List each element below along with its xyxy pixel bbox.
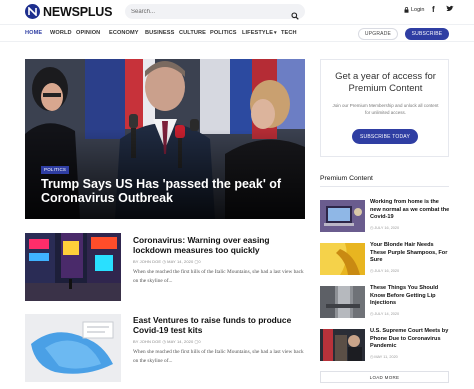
premium-promo-box: Get a year of access for Premium Content… (320, 59, 449, 157)
premium-item-title[interactable]: Your Blonde Hair Needs These Purple Sham… (370, 242, 450, 265)
search-bar[interactable] (125, 4, 305, 20)
nav-item-business[interactable]: BUSINESS (145, 30, 174, 36)
nav-item-world[interactable]: WORLD (50, 30, 72, 36)
login-label: Login (411, 7, 425, 13)
article-thumbnail[interactable] (25, 233, 121, 301)
lock-icon (404, 7, 409, 13)
search-input[interactable] (131, 6, 281, 17)
subscribe-today-button[interactable]: SUBSCRIBE TODAY (352, 129, 418, 144)
premium-item-date: ◷ JULY 16, 2020 (370, 226, 400, 230)
nav-item-lifestyle-label: LIFESTYLE (242, 30, 274, 36)
premium-item-thumbnail[interactable] (320, 200, 365, 232)
article-title[interactable]: Coronavirus: Warning over easing lockdow… (133, 235, 305, 255)
hero-article[interactable]: POLITICS Trump Says US Has 'passed the p… (25, 59, 305, 219)
nav-item-lifestyle[interactable]: LIFESTYLE▾ (242, 30, 277, 36)
hero-title[interactable]: Trump Says US Has 'passed the peak' of C… (41, 177, 301, 205)
premium-item-title[interactable]: These Things You Should Know Before Gett… (370, 285, 450, 308)
nav-item-politics[interactable]: POLITICS (210, 30, 237, 36)
article-excerpt: When she reached the first hills of the … (133, 269, 304, 284)
upgrade-button[interactable]: UPGRADE (358, 28, 398, 40)
subscribe-button[interactable]: SUBSCRIBE (405, 28, 449, 40)
article-meta: BY JOHN DOE ◷ MAY 14, 2020 ▢0 (133, 339, 201, 344)
premium-item-thumbnail[interactable] (320, 243, 365, 275)
premium-item-thumbnail[interactable] (320, 329, 365, 361)
nav-item-tech[interactable]: TECH (281, 30, 297, 36)
article-meta: BY JOHN DOE ◷ MAY 14, 2020 ▢0 (133, 259, 201, 264)
nav-item-home[interactable]: HOME (25, 30, 42, 36)
premium-description: Join our Premium Membership and unlock a… (332, 103, 439, 115)
divider (320, 186, 449, 187)
article-title[interactable]: East Ventures to raise funds to produce … (133, 315, 305, 335)
section-heading: Premium Content (320, 175, 373, 182)
load-more-button[interactable]: LOAD MORE (320, 371, 449, 383)
premium-item-date: ◷ JULY 14, 2020 (370, 312, 400, 316)
article-excerpt: When she reached the first hills of the … (133, 349, 304, 364)
premium-item-title[interactable]: U.S. Supreme Court Meets by Phone Due to… (370, 328, 450, 351)
twitter-icon[interactable] (446, 5, 454, 14)
premium-item-date: ◷ MAY 11, 2020 (370, 355, 398, 359)
facebook-icon[interactable]: f (432, 5, 435, 14)
premium-item-title[interactable]: Working from home is the new normal as w… (370, 199, 450, 222)
main-nav: HOME WORLD OPINION ECONOMY BUSINESS CULT… (0, 24, 474, 42)
premium-heading: Get a year of access for Premium Content (335, 71, 436, 94)
premium-item-thumbnail[interactable] (320, 286, 365, 318)
top-bar: NEWSPLUS Login f (0, 0, 474, 24)
logo-icon (25, 4, 40, 19)
category-badge[interactable]: POLITICS (41, 166, 70, 174)
hero-overlay (25, 129, 305, 219)
nav-item-culture[interactable]: CULTURE (179, 30, 206, 36)
logo-text: NEWSPLUS (43, 4, 113, 19)
nav-item-opinion[interactable]: OPINION (76, 30, 100, 36)
login-link[interactable]: Login (404, 7, 424, 13)
site-logo[interactable]: NEWSPLUS (25, 4, 112, 19)
search-icon[interactable] (291, 7, 299, 25)
article-thumbnail[interactable] (25, 314, 121, 382)
nav-item-economy[interactable]: ECONOMY (109, 30, 139, 36)
chevron-down-icon: ▾ (274, 30, 277, 36)
premium-item-date: ◷ JULY 16, 2020 (370, 269, 400, 273)
